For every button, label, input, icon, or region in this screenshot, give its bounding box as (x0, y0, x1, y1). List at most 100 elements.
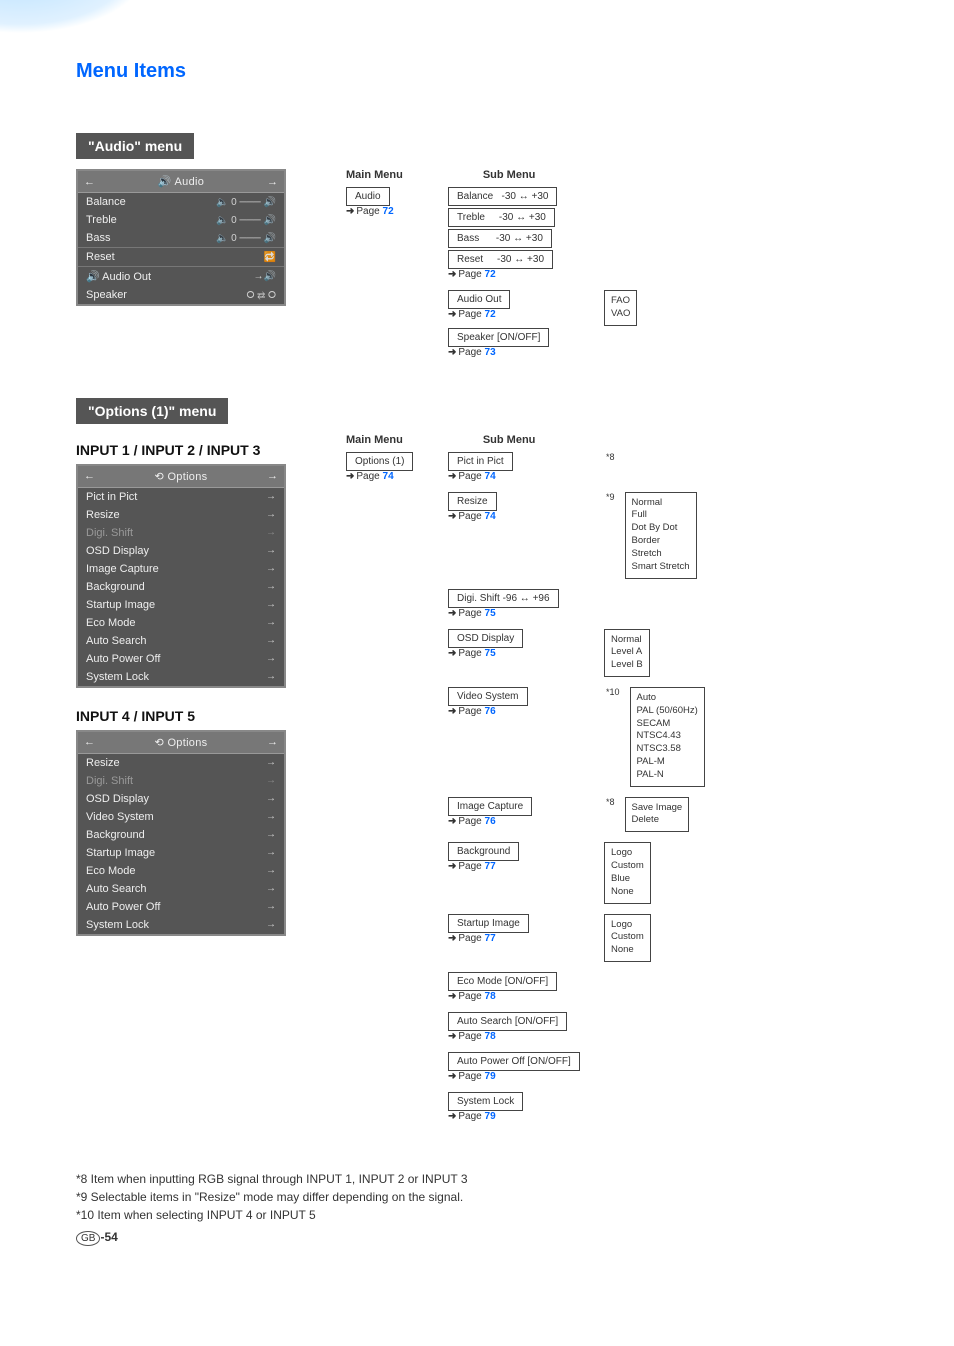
arrow-left-icon: ← (84, 470, 95, 482)
arrow-icon: → (266, 617, 276, 628)
arrow-icon: → (266, 811, 276, 822)
leaf-item: None (611, 886, 644, 899)
options-osd-panel-b: ← ⟲ Options → Resize→Digi. Shift→OSD Dis… (76, 730, 286, 936)
osd-item-label: Digi. Shift (86, 527, 266, 539)
page-ref-line: ➜Page 78 (448, 991, 594, 1002)
osd-title: 🔊 Audio (95, 175, 267, 188)
osd-item: Eco Mode→ (78, 862, 284, 880)
leaf-box: NormalFullDot By DotBorderStretchSmart S… (625, 492, 697, 579)
osd-item-label: Auto Search (86, 635, 266, 647)
osd-item: Startup Image→ (78, 596, 284, 614)
leaf-item: NTSC4.43 (637, 730, 698, 743)
osd-item: Eco Mode→ (78, 614, 284, 632)
diagram-box: Options (1) (346, 452, 413, 471)
osd-item: Digi. Shift→ (78, 772, 284, 790)
arrow-icon: → (266, 509, 276, 520)
sub-menu-label: Sub Menu (483, 434, 536, 446)
osd-item-label: OSD Display (86, 793, 266, 805)
diagram-box: Reset -30 ↔ +30 (448, 250, 553, 269)
diagram-box: Image Capture (448, 797, 532, 816)
arrow-icon: → (266, 581, 276, 592)
diagram-box: Treble -30 ↔ +30 (448, 208, 555, 227)
diagram-box: Auto Search [ON/OFF] (448, 1012, 567, 1031)
diagram-box: Balance -30 ↔ +30 (448, 187, 557, 206)
osd-item-value: 🔈 0 ─── 🔊 (216, 215, 276, 226)
osd-item-label: Resize (86, 509, 266, 521)
arrow-icon: → (266, 635, 276, 646)
osd-item: OSD Display→ (78, 790, 284, 808)
diagram-box: Audio (346, 187, 390, 206)
osd-item-label: Background (86, 581, 266, 593)
arrow-icon: → (266, 599, 276, 610)
leaf-item: Custom (611, 860, 644, 873)
osd-item: Image Capture→ (78, 560, 284, 578)
osd-item: Auto Power Off→ (78, 650, 284, 668)
leaf-box: NormalLevel ALevel B (604, 629, 650, 677)
main-menu-label: Main Menu (346, 434, 403, 446)
diagram-box: Eco Mode [ON/OFF] (448, 972, 557, 991)
osd-item-label: Balance (86, 196, 216, 208)
page-ref[interactable]: 73 (485, 347, 496, 358)
leaf-item: Delete (632, 814, 683, 827)
leaf-item: Level B (611, 659, 643, 672)
page-ref[interactable]: 72 (383, 206, 394, 217)
arrow-icon: → (266, 919, 276, 930)
arrow-icon: → (266, 901, 276, 912)
osd-item-label: Resize (86, 757, 266, 769)
page-ref-line: ➜Page 78 (448, 1031, 594, 1042)
osd-item-label: System Lock (86, 919, 266, 931)
leaf-box: FAO VAO (604, 290, 637, 326)
main-menu-label: Main Menu (346, 169, 403, 181)
osd-item-value: 🔈 0 ─── 🔊 (216, 233, 276, 244)
page-word: Page (356, 206, 379, 217)
diagram-sub-group: Image Capture➜Page 76*8Save ImageDelete (448, 797, 705, 833)
diagram-sub-group: OSD Display➜Page 75NormalLevel ALevel B (448, 629, 705, 677)
diagram-box: Bass -30 ↔ +30 (448, 229, 552, 248)
arrow-right-icon: → (267, 176, 278, 188)
diagram-box: Auto Power Off [ON/OFF] (448, 1052, 580, 1071)
arrow-icon: → (266, 653, 276, 664)
footnote-marker: *10 (606, 687, 620, 697)
arrow-right-icon: ➜ (448, 269, 456, 280)
page-ref-line: ➜Page 75 (448, 608, 594, 619)
arrow-icon: → (266, 671, 276, 682)
diagram-box: Audio Out (448, 290, 510, 309)
audio-section-header: "Audio" menu (76, 133, 194, 159)
reset-icon: 🔁 (264, 252, 276, 263)
leaf-box: AutoPAL (50/60Hz)SECAMNTSC4.43NTSC3.58PA… (630, 687, 705, 787)
page-number: GB-54 (76, 1230, 118, 1244)
leaf-item: Level A (611, 646, 643, 659)
arrow-icon: → (266, 491, 276, 502)
footnotes: *8 Item when inputting RGB signal throug… (76, 1170, 878, 1224)
osd-item-label: Video System (86, 811, 266, 823)
osd-item-label: Image Capture (86, 563, 266, 575)
osd-item-label: Eco Mode (86, 865, 266, 877)
osd-item-label: System Lock (86, 671, 266, 683)
leaf-item: NTSC3.58 (637, 743, 698, 756)
arrow-icon: → (266, 775, 276, 786)
osd-item-label: Background (86, 829, 266, 841)
leaf-item: PAL (50/60Hz) (637, 705, 698, 718)
page-ref-line: ➜Page 79 (448, 1111, 594, 1122)
osd-item: Auto Search→ (78, 632, 284, 650)
arrow-left-icon: ← (84, 736, 95, 748)
osd-item-label: Reset (86, 251, 264, 263)
diagram-sub-group: Eco Mode [ON/OFF]➜Page 78 (448, 972, 705, 1002)
page-ref[interactable]: 74 (383, 471, 394, 482)
diagram-sub-group: Pict in Pict➜Page 74*8 (448, 452, 705, 482)
osd-item: OSD Display→ (78, 542, 284, 560)
arrow-right-icon: ➜ (346, 206, 354, 217)
leaf-item: SECAM (637, 718, 698, 731)
osd-item-label: Digi. Shift (86, 775, 266, 787)
diagram-box: Video System (448, 687, 528, 706)
arrow-right-icon: ➜ (448, 347, 456, 358)
leaf-item: Normal (611, 634, 643, 647)
osd-item-label: Startup Image (86, 847, 266, 859)
diagram-box: Pict in Pict (448, 452, 513, 471)
speaker-icon: 🔊 (158, 176, 172, 188)
osd-item: Background→ (78, 578, 284, 596)
leaf-item: Dot By Dot (632, 522, 690, 535)
page-ref[interactable]: 72 (485, 269, 496, 280)
page-ref-line: ➜Page 75 (448, 648, 594, 659)
page-ref[interactable]: 72 (485, 309, 496, 320)
